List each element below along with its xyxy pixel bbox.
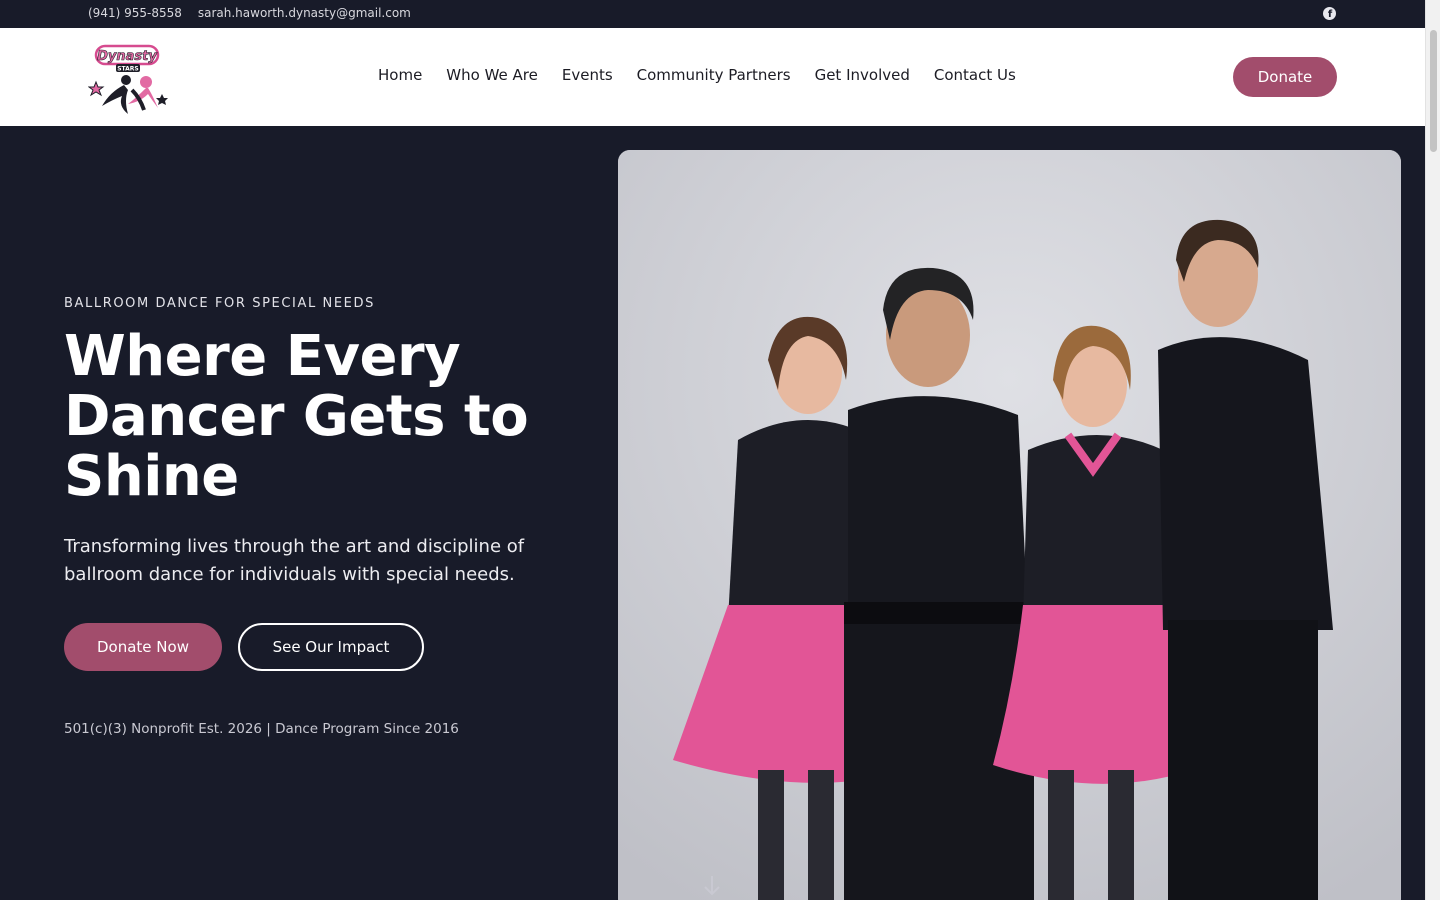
dynasty-stars-logo[interactable]: Dynasty STARS <box>87 42 170 116</box>
hero-photo-dancers <box>618 150 1401 900</box>
page-scrollbar[interactable] <box>1425 0 1440 900</box>
header-donate-button[interactable]: Donate <box>1233 57 1337 97</box>
nav-get-involved[interactable]: Get Involved <box>815 66 910 84</box>
svg-text:STARS: STARS <box>117 66 139 73</box>
phone-number[interactable]: (941) 955-8558 <box>88 6 182 20</box>
nav-community-partners[interactable]: Community Partners <box>637 66 791 84</box>
nonprofit-tagline: 501(c)(3) Nonprofit Est. 2026 | Dance Pr… <box>64 721 459 737</box>
email-address[interactable]: sarah.haworth.dynasty@gmail.com <box>198 6 411 20</box>
nav-events[interactable]: Events <box>562 66 613 84</box>
site-header: Dynasty STARS Home Who We Are Events Com… <box>0 28 1425 126</box>
headline-line-2: Dancer Gets to <box>64 384 529 449</box>
nav-home[interactable]: Home <box>378 66 422 84</box>
nav-who-we-are[interactable]: Who We Are <box>446 66 538 84</box>
scrollbar-thumb[interactable] <box>1430 30 1437 152</box>
top-contact-bar: (941) 955-8558 sarah.haworth.dynasty@gma… <box>0 0 1425 28</box>
main-navigation: Home Who We Are Events Community Partner… <box>378 66 1016 84</box>
hero-eyebrow: BALLROOM DANCE FOR SPECIAL NEEDS <box>64 296 375 311</box>
hero-headline: Where Every Dancer Gets to Shine <box>64 327 564 507</box>
see-our-impact-button[interactable]: See Our Impact <box>238 623 424 671</box>
hero-content: BALLROOM DANCE FOR SPECIAL NEEDS Where E… <box>64 296 564 737</box>
headline-line-3: Shine <box>64 444 239 509</box>
nav-contact-us[interactable]: Contact Us <box>934 66 1016 84</box>
svg-text:Dynasty: Dynasty <box>97 49 157 64</box>
scroll-down-arrow-icon[interactable] <box>703 875 721 897</box>
hero-cta-row: Donate Now See Our Impact <box>64 623 564 671</box>
donate-now-button[interactable]: Donate Now <box>64 623 222 671</box>
facebook-icon[interactable]: f <box>1323 7 1336 20</box>
hero-subtext: Transforming lives through the art and d… <box>64 536 525 585</box>
contact-info: (941) 955-8558 sarah.haworth.dynasty@gma… <box>88 6 411 20</box>
headline-line-1: Where Every <box>64 324 461 389</box>
